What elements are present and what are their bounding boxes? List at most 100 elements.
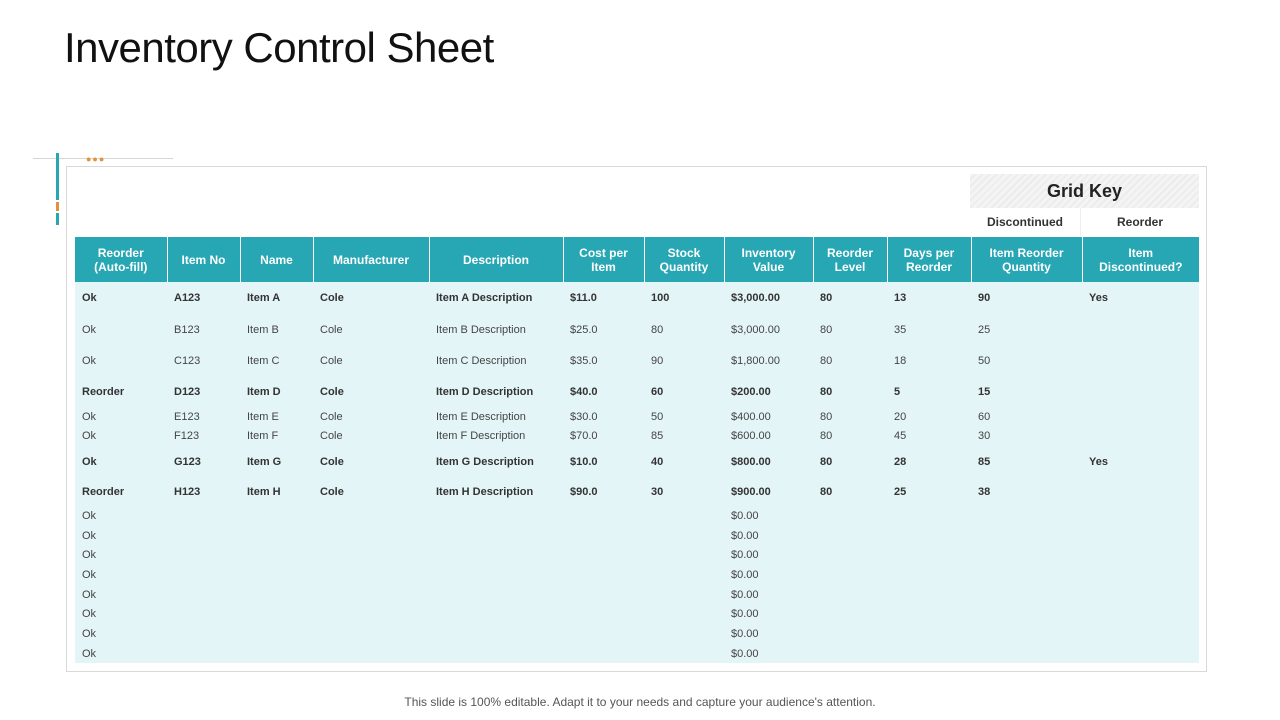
table-cell-description xyxy=(429,604,563,624)
table-cell-item-reorder-quantity: 60 xyxy=(978,410,991,423)
table-cell-days-per-reorder xyxy=(887,644,971,663)
table-cell-stock-quantity: 100 xyxy=(651,292,670,304)
table-row: Ok B123 Item B Cole Item B Description $25.0 8… xyxy=(75,314,1199,345)
table-cell-item-reorder-quantity: 25 xyxy=(978,323,991,336)
table-cell-manufacturer xyxy=(313,545,429,565)
table-body: Ok A123 Item A Cole Item A Description $11.0 1… xyxy=(75,282,1199,663)
table-cell-item-no: E123 xyxy=(174,410,200,423)
table-cell-manufacturer xyxy=(313,565,429,585)
table-cell-days-per-reorder: 18 xyxy=(894,354,907,367)
table-cell-name xyxy=(240,565,313,585)
table-cell-name: Item A xyxy=(247,292,281,304)
table-cell-reorder-level: 80 xyxy=(820,354,833,367)
column-header-stock-quantity: Stock Quantity xyxy=(644,237,725,282)
table-cell-description xyxy=(429,506,563,526)
table-cell-manufacturer xyxy=(313,644,429,663)
table-cell-reorder-auto-fill: Ok xyxy=(82,510,97,522)
table-cell-reorder-level: 80 xyxy=(820,429,833,442)
table-cell-days-per-reorder xyxy=(887,506,971,526)
table-cell-stock-quantity: 50 xyxy=(651,410,664,423)
table-cell-item-discontinued xyxy=(1082,345,1199,376)
table-cell-reorder-auto-fill: Ok xyxy=(82,455,97,468)
table-cell-item-discontinued xyxy=(1082,565,1199,585)
table-row: Ok E123 Item E Cole Item E Description $30.0 5… xyxy=(75,407,1199,426)
table-cell-days-per-reorder: 5 xyxy=(894,385,901,398)
table-cell-item-no: G123 xyxy=(174,455,201,468)
table-cell-reorder-level: 80 xyxy=(820,323,833,336)
table-row: Ok $0.00 xyxy=(75,526,1199,545)
table-cell-inventory-value: $3,000.00 xyxy=(731,323,780,336)
table-cell-item-reorder-quantity: 85 xyxy=(978,455,991,468)
table-row: Ok G123 Item G Cole Item G Description $10.0 4… xyxy=(75,445,1199,478)
table-cell-manufacturer: Cole xyxy=(320,429,343,442)
table-cell-name: Item G xyxy=(247,455,282,468)
table-cell-name xyxy=(240,506,313,526)
table-cell-reorder-level xyxy=(813,604,887,624)
column-header-reorder-auto-fill: Reorder (Auto-fill) xyxy=(75,237,168,282)
table-cell-description xyxy=(429,545,563,565)
table-cell-item-reorder-quantity xyxy=(971,565,1082,585)
table-cell-inventory-value: $3,000.00 xyxy=(731,292,780,304)
table-row: Ok $0.00 xyxy=(75,506,1199,526)
table-cell-stock-quantity xyxy=(644,644,724,663)
table-cell-item-reorder-quantity xyxy=(971,506,1082,526)
table-cell-inventory-value: $900.00 xyxy=(731,486,771,498)
table-cell-name: Item B xyxy=(247,323,279,336)
table-cell-description: Item F Description xyxy=(436,429,526,442)
table-cell-manufacturer xyxy=(313,506,429,526)
table-cell-inventory-value: $400.00 xyxy=(731,410,771,423)
table-cell-stock-quantity: 60 xyxy=(651,385,664,398)
table-cell-days-per-reorder: 20 xyxy=(894,410,907,423)
table-cell-description: Item E Description xyxy=(436,410,526,423)
table-cell-inventory-value: $0.00 xyxy=(731,510,759,522)
table-cell-description: Item H Description xyxy=(436,486,534,498)
table-cell-reorder-level xyxy=(813,624,887,644)
table-cell-reorder-auto-fill: Ok xyxy=(82,292,97,304)
table-cell-item-discontinued xyxy=(1082,376,1199,407)
table-cell-item-discontinued xyxy=(1082,604,1199,624)
table-cell-inventory-value: $0.00 xyxy=(731,588,759,601)
table-cell-item-discontinued: Yes xyxy=(1089,292,1108,304)
table-row: Ok $0.00 xyxy=(75,565,1199,585)
table-cell-item-no: F123 xyxy=(174,429,200,442)
table-row: Ok $0.00 xyxy=(75,624,1199,644)
table-cell-days-per-reorder xyxy=(887,565,971,585)
decorative-bar-small xyxy=(56,213,59,225)
table-cell-stock-quantity xyxy=(644,585,724,604)
table-cell-description: Item C Description xyxy=(436,354,527,367)
table-cell-item-discontinued xyxy=(1082,478,1199,506)
grid-key-discontinued: Discontinued xyxy=(970,208,1081,236)
table-cell-inventory-value: $200.00 xyxy=(731,385,771,398)
column-header-inventory-value: Inventory Value xyxy=(724,237,814,282)
table-cell-inventory-value: $0.00 xyxy=(731,549,759,561)
table-cell-item-reorder-quantity: 90 xyxy=(978,292,991,304)
table-cell-reorder-auto-fill: Ok xyxy=(82,588,97,601)
table-cell-days-per-reorder xyxy=(887,624,971,644)
table-cell-item-discontinued xyxy=(1082,624,1199,644)
table-cell-item-discontinued xyxy=(1082,644,1199,663)
inventory-table: Reorder (Auto-fill) Item No Name Manufactur… xyxy=(75,237,1199,663)
footer-note: This slide is 100% editable. Adapt it to… xyxy=(404,695,876,709)
table-cell-name: Item C xyxy=(247,354,280,367)
table-cell-days-per-reorder: 35 xyxy=(894,323,907,336)
table-cell-manufacturer: Cole xyxy=(320,455,344,468)
table-cell-cost-per-item: $90.0 xyxy=(570,486,598,498)
table-cell-reorder-level: 80 xyxy=(820,292,833,304)
decorative-accent xyxy=(56,202,59,211)
table-cell-cost-per-item xyxy=(563,506,644,526)
table-cell-reorder-auto-fill: Reorder xyxy=(82,385,125,398)
table-cell-item-no xyxy=(167,585,240,604)
column-header-item-discontinued: Item Discontinued? xyxy=(1082,237,1199,282)
table-cell-cost-per-item: $35.0 xyxy=(570,354,598,367)
table-cell-stock-quantity xyxy=(644,565,724,585)
table-cell-item-reorder-quantity xyxy=(971,545,1082,565)
table-cell-description xyxy=(429,565,563,585)
table-cell-name xyxy=(240,545,313,565)
table-cell-manufacturer: Cole xyxy=(320,410,343,423)
table-cell-days-per-reorder xyxy=(887,604,971,624)
table-cell-item-discontinued xyxy=(1082,545,1199,565)
table-cell-inventory-value: $0.00 xyxy=(731,608,759,620)
table-row: Reorder H123 Item H Cole Item H Description $… xyxy=(75,478,1199,506)
table-cell-days-per-reorder xyxy=(887,585,971,604)
table-row: Ok C123 Item C Cole Item C Description $35.0 9… xyxy=(75,345,1199,376)
